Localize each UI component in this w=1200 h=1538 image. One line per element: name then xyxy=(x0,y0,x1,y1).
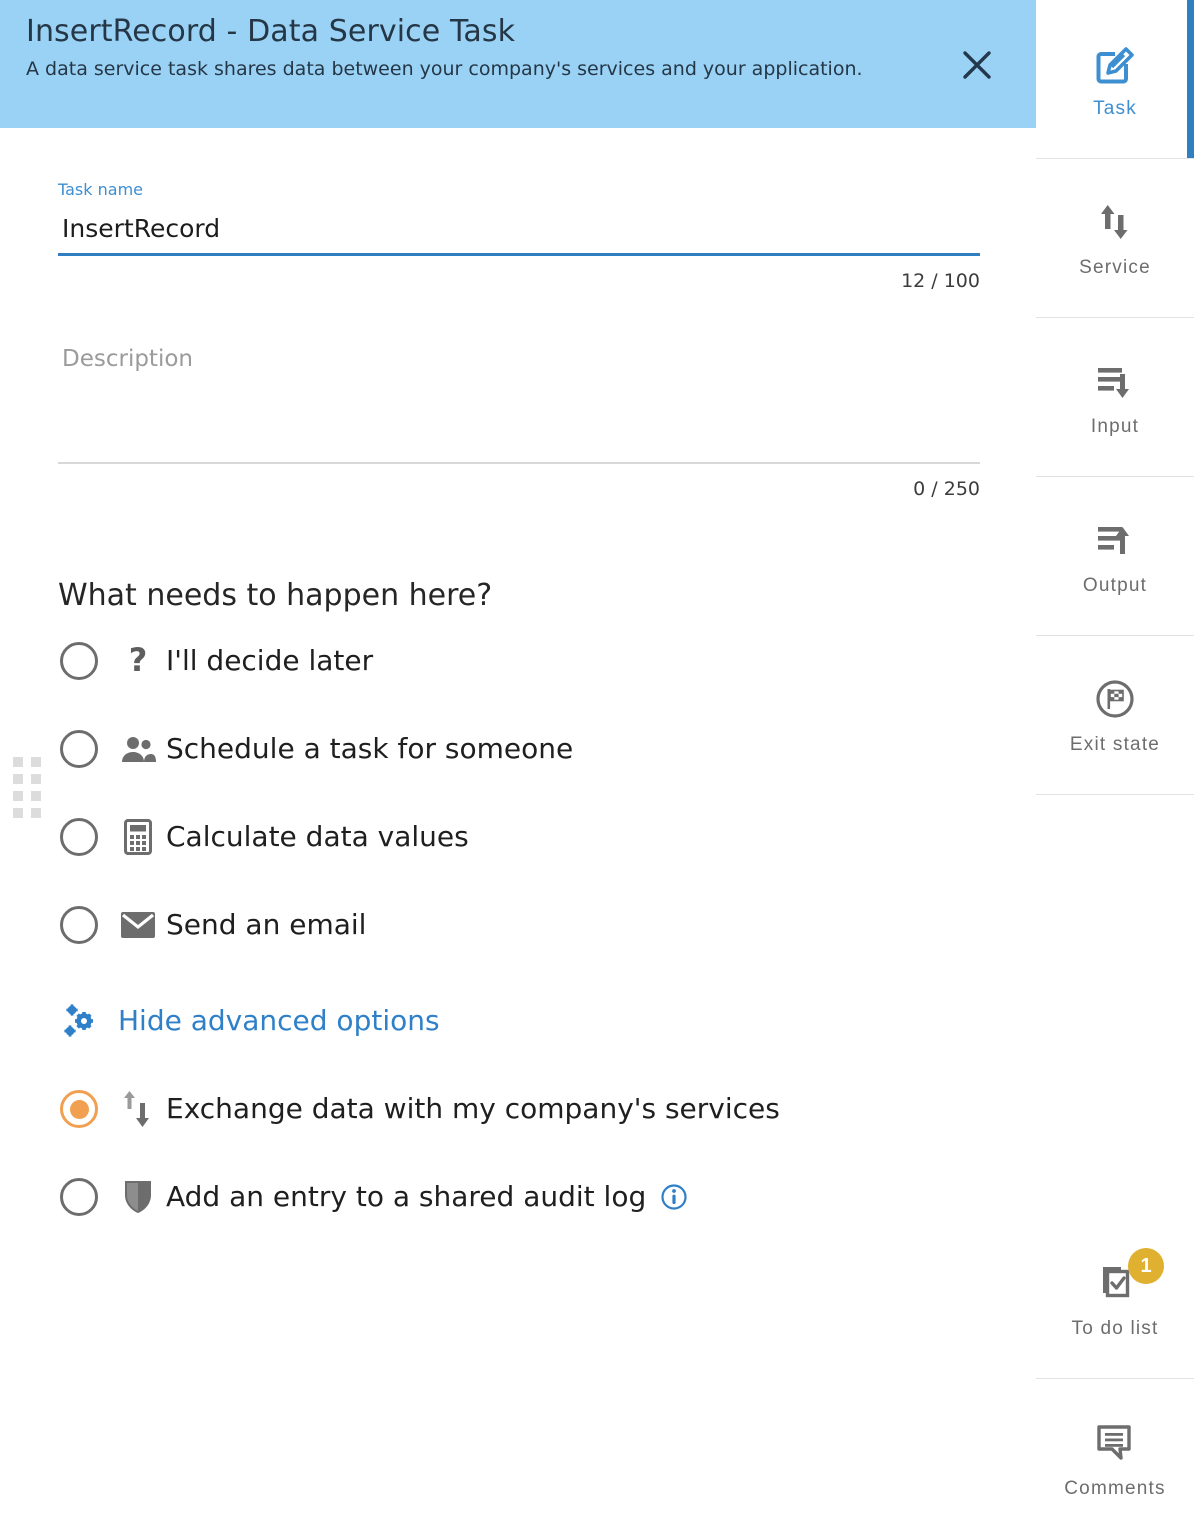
option-exchange-data[interactable]: Exchange data with my company's services xyxy=(60,1076,978,1142)
task-name-field: Task name 12 / 100 xyxy=(58,128,980,292)
option-label: Exchange data with my company's services xyxy=(166,1092,780,1125)
sidebar-item-input[interactable]: Input xyxy=(1036,318,1194,477)
sidebar-item-label: Service xyxy=(1079,257,1151,278)
dialog-body: Task name 12 / 100 0 / 250 What needs to… xyxy=(0,128,1036,1230)
sidebar-spacer xyxy=(1036,795,1194,1220)
task-name-counter: 12 / 100 xyxy=(901,270,980,292)
option-decide-later[interactable]: ? I'll decide later xyxy=(60,628,978,694)
sidebar-item-label: Output xyxy=(1082,575,1148,596)
question-mark-icon: ? xyxy=(116,644,160,678)
description-input[interactable] xyxy=(58,340,980,458)
radio-calculate-data[interactable] xyxy=(60,818,98,856)
radio-audit-log[interactable] xyxy=(60,1178,98,1216)
sidebar-item-service[interactable]: Service xyxy=(1036,159,1194,318)
option-audit-log[interactable]: Add an entry to a shared audit log xyxy=(60,1164,978,1230)
option-label: Send an email xyxy=(166,908,367,941)
sidebar-item-exit-state[interactable]: Exit state xyxy=(1036,636,1194,795)
radio-schedule-task[interactable] xyxy=(60,730,98,768)
sidebar-item-label: Exit state xyxy=(1069,734,1161,755)
sidebar-item-label: Task xyxy=(1093,98,1137,119)
option-send-email[interactable]: Send an email xyxy=(60,892,978,958)
shield-icon xyxy=(116,1179,160,1215)
dialog-header: InsertRecord - Data Service Task A data … xyxy=(0,0,1036,128)
comment-bubble-icon xyxy=(1093,1418,1137,1468)
envelope-icon xyxy=(116,911,160,939)
sidebar-item-todo-list[interactable]: To do list 1 xyxy=(1036,1220,1194,1379)
lines-down-arrow-icon xyxy=(1093,356,1137,406)
task-name-label: Task name xyxy=(58,180,143,199)
option-label: I'll decide later xyxy=(166,644,374,677)
right-sidebar: Task Service Input Output Exit state To … xyxy=(1036,0,1194,1538)
people-icon xyxy=(116,735,160,763)
calculator-icon xyxy=(116,819,160,855)
sidebar-item-label: Comments xyxy=(1064,1477,1166,1499)
option-schedule-task[interactable]: Schedule a task for someone xyxy=(60,716,978,782)
option-calculate-data[interactable]: Calculate data values xyxy=(60,804,978,870)
toggle-advanced-options[interactable]: Hide advanced options xyxy=(60,1002,978,1040)
exchange-arrows-icon xyxy=(116,1091,160,1127)
advanced-toggle-label: Hide advanced options xyxy=(118,1004,440,1037)
radio-send-email[interactable] xyxy=(60,906,98,944)
close-button[interactable] xyxy=(954,42,1000,88)
task-name-input[interactable] xyxy=(58,200,980,253)
page-title: InsertRecord - Data Service Task xyxy=(26,14,516,49)
sidebar-item-task[interactable]: Task xyxy=(1036,0,1194,159)
sidebar-item-label: Input xyxy=(1090,416,1140,437)
option-label: Add an entry to a shared audit log xyxy=(166,1180,647,1213)
description-field: 0 / 250 xyxy=(58,340,980,500)
gears-icon xyxy=(60,1002,104,1040)
radio-exchange-data[interactable] xyxy=(60,1090,98,1128)
lines-up-arrow-icon xyxy=(1093,515,1137,565)
status-badge: 1 xyxy=(1128,1248,1164,1284)
sidebar-item-output[interactable]: Output xyxy=(1036,477,1194,636)
option-label: Schedule a task for someone xyxy=(166,732,574,765)
data-service-task-dialog: InsertRecord - Data Service Task A data … xyxy=(0,0,1200,1538)
radio-decide-later[interactable] xyxy=(60,642,98,680)
sidebar-item-comments[interactable]: Comments xyxy=(1036,1379,1194,1538)
up-down-arrows-icon xyxy=(1094,197,1136,247)
page-subtitle: A data service task shares data between … xyxy=(26,58,863,80)
main-panel: InsertRecord - Data Service Task A data … xyxy=(0,0,1042,1538)
close-icon xyxy=(963,51,991,79)
info-icon[interactable] xyxy=(660,1183,688,1211)
description-counter: 0 / 250 xyxy=(913,478,980,500)
sidebar-item-label: To do list xyxy=(1071,1318,1159,1339)
question-heading: What needs to happen here? xyxy=(58,578,493,613)
edit-square-icon xyxy=(1094,38,1136,88)
svg-text:?: ? xyxy=(129,644,148,678)
option-label: Calculate data values xyxy=(166,820,469,853)
checkered-flag-circle-icon xyxy=(1094,674,1136,724)
